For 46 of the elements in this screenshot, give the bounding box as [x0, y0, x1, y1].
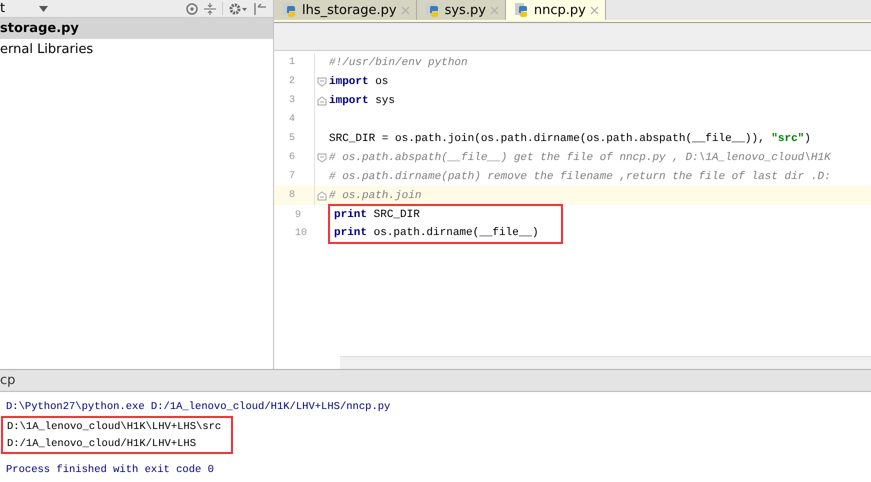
tree-item[interactable]: storage.py	[0, 18, 273, 39]
horizontal-scrollbar[interactable]	[340, 356, 871, 370]
gear-icon[interactable]	[229, 2, 247, 14]
code-line: # os.path.dirname(path) remove the filename ,return the file of last dir .D:	[329, 170, 831, 182]
line-number: 2	[288, 76, 296, 87]
console-line: Process finished with exit code 0	[6, 463, 214, 478]
code-line: import os	[329, 76, 388, 88]
code-line: import sys	[329, 94, 396, 106]
code-line: print SRC_DIR	[334, 209, 420, 221]
code-line: SRC_DIR = os.path.join(os.path.dirname(os.path.abspath(__file__)), "src")	[329, 132, 811, 144]
pin-left-icon[interactable]	[253, 2, 267, 14]
line-number: 4	[288, 114, 296, 125]
target-icon[interactable]	[186, 2, 198, 14]
console-line: D:/1A_lenovo_cloud/H1K/LHV+LHS	[7, 437, 198, 452]
panel-title: t	[0, 1, 6, 16]
panel-title: cp	[0, 373, 16, 388]
code-line: #!/usr/bin/env python	[329, 56, 468, 68]
close-icon[interactable]	[590, 6, 599, 14]
python-file-icon	[514, 2, 530, 18]
line-number: 6	[288, 152, 296, 163]
code-line: print os.path.dirname(__file__)	[334, 227, 539, 239]
line-number: 1	[288, 57, 296, 68]
close-icon[interactable]	[400, 6, 410, 14]
console-line: D:\1A_lenovo_cloud\H1K\LHV+LHS\src	[7, 420, 222, 436]
dropdown-caret-icon[interactable]	[39, 6, 48, 12]
fold-marker-icon[interactable]	[317, 96, 327, 106]
line-number: 8	[288, 190, 296, 201]
line-number: 7	[288, 171, 296, 182]
python-file-icon	[424, 2, 441, 18]
close-icon[interactable]	[490, 6, 499, 14]
editor-tab[interactable]: lhs_storage.py	[274, 0, 417, 20]
fold-marker-icon[interactable]	[317, 152, 327, 162]
fold-marker-icon[interactable]	[317, 190, 327, 200]
tree-item[interactable]: ernal Libraries	[0, 39, 273, 60]
python-file-icon	[282, 2, 298, 18]
editor-tab[interactable]: nncp.py	[506, 0, 606, 20]
line-number: 10	[294, 228, 308, 238]
line-number: 3	[288, 95, 296, 106]
line-number: 9	[294, 210, 302, 220]
code-line: # os.path.join	[329, 190, 422, 202]
editor-tab[interactable]: sys.py	[416, 0, 506, 20]
code-line: # os.path.abspath(__file__) get the file of nncp.py , D:\1A_lenovo_cloud\H1K	[329, 152, 831, 164]
line-number: 5	[288, 133, 296, 144]
console-line: D:\Python27\python.exe D:/1A_lenovo_cloud/H1K/LHV+LHS/nncp.py	[6, 400, 390, 416]
fold-marker-icon[interactable]	[317, 76, 327, 86]
collapse-icon[interactable]	[204, 2, 216, 14]
